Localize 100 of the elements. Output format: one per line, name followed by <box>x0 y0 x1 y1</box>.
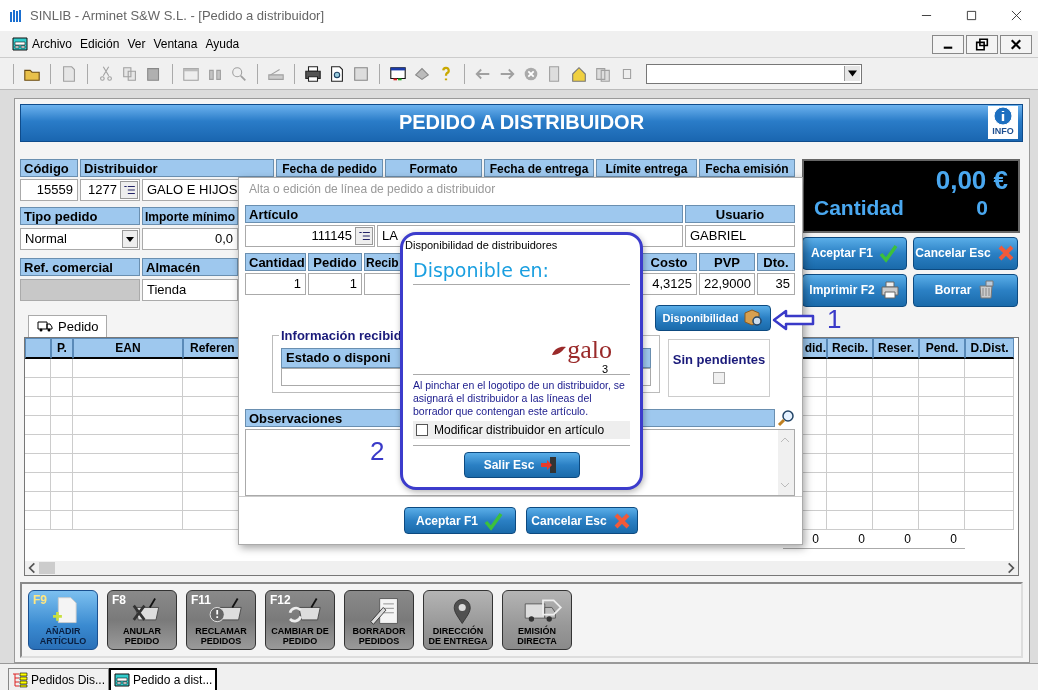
table-cell <box>873 510 919 530</box>
minimize-icon[interactable] <box>932 34 964 54</box>
table-cell <box>919 472 965 492</box>
table-cell <box>25 434 51 454</box>
maximize-icon[interactable] <box>966 10 977 21</box>
info-button[interactable]: INFO <box>988 106 1018 139</box>
quantity-field[interactable]: 1 <box>245 273 306 296</box>
popup-title: Disponibilidad de distribuidores <box>405 239 559 251</box>
screen-icon[interactable] <box>389 64 407 83</box>
type-dropdown[interactable]: Normal <box>20 227 140 250</box>
field-label: PVP <box>699 253 755 272</box>
table-cell <box>873 434 919 454</box>
app-icon <box>8 7 24 24</box>
quantity-field[interactable]: 1 <box>308 273 362 296</box>
amount-total: 0,00 € <box>934 164 1008 196</box>
table-cell <box>51 491 73 511</box>
table-cell <box>25 491 51 511</box>
window-tab[interactable]: Pedidos Dis... <box>8 668 110 690</box>
column-header: Reser. <box>873 337 919 359</box>
price-field[interactable]: 35 <box>757 273 795 296</box>
code-field[interactable]: 15559 <box>20 178 78 201</box>
menu-item[interactable]: Ver <box>127 37 146 51</box>
table-cell <box>25 510 51 530</box>
table-cell <box>51 377 73 397</box>
table-cell <box>873 377 919 397</box>
amount-field[interactable]: 0,0 <box>142 227 238 250</box>
checkbox[interactable] <box>713 372 725 385</box>
action-label: RECLAMAR PEDIDOS <box>195 626 247 646</box>
warehouse-dropdown[interactable]: Tienda <box>142 278 238 301</box>
close-icon[interactable] <box>1011 10 1022 21</box>
field-label: Límite entrega <box>596 158 697 177</box>
action-tile[interactable]: F9 AÑADIR ARTÍCULO <box>28 590 98 650</box>
table-cell <box>919 358 965 378</box>
table-cell <box>827 453 873 473</box>
price-field[interactable]: 4,3125 <box>641 273 697 296</box>
field-label: Formato <box>385 158 482 177</box>
field-label: Importe mínimo <box>142 206 238 225</box>
field-label: Fecha de entrega <box>484 158 594 177</box>
exit-button[interactable]: Salir Esc <box>463 452 580 478</box>
table-cell <box>919 415 965 435</box>
column-header: P. <box>51 337 73 359</box>
action-button[interactable]: Imprimir F2 <box>802 273 907 307</box>
table-cell <box>919 396 965 416</box>
price-field[interactable]: 22,9000 <box>699 273 755 296</box>
action-button[interactable]: Aceptar F1 <box>802 236 907 270</box>
table-cell <box>965 377 1014 397</box>
table-cell <box>827 396 873 416</box>
home-icon[interactable] <box>570 64 588 83</box>
action-button[interactable]: Borrar <box>913 273 1018 307</box>
table-cell <box>965 396 1014 416</box>
action-button[interactable]: Cancelar Esc <box>913 236 1018 270</box>
action-tile[interactable]: BORRADOR PEDIDOS <box>344 590 414 650</box>
table-cell <box>25 377 51 397</box>
table-cell <box>51 510 73 530</box>
field-label: Código <box>20 158 78 177</box>
table-cell <box>827 434 873 454</box>
print-preview-icon[interactable] <box>328 64 346 83</box>
action-tile[interactable]: F12 CAMBIAR DE PEDIDO <box>265 590 335 650</box>
total-cell: 0 <box>827 531 873 549</box>
annotation-number: 1 <box>827 304 842 335</box>
document-icon[interactable] <box>60 64 78 83</box>
quantity-label: Cantidad <box>814 195 904 220</box>
scissors-icon[interactable] <box>97 64 115 83</box>
table-cell <box>919 434 965 454</box>
window-title: SINLIB - Arminet S&W S.L. - [Pedido a distribuidor] <box>30 8 325 23</box>
column-header <box>25 337 51 359</box>
action-tile[interactable]: F8 ANULAR PEDIDO <box>107 590 177 650</box>
toolbar-combo[interactable] <box>646 63 862 84</box>
table-cell <box>965 434 1014 454</box>
total-cell: 0 <box>919 531 965 549</box>
printer-icon[interactable] <box>304 64 322 83</box>
copy-icon[interactable] <box>121 64 139 83</box>
availability-button[interactable]: Disponibilidad <box>655 305 771 332</box>
restore-icon[interactable] <box>966 34 998 54</box>
menu-item[interactable]: Ayuda <box>205 37 240 51</box>
tab[interactable]: Pedido <box>28 314 108 337</box>
scroll-thumb[interactable] <box>39 562 55 574</box>
field-label: Fecha de pedido <box>276 158 383 177</box>
table-cell <box>965 472 1014 492</box>
table-cell <box>827 377 873 397</box>
menu-item[interactable]: Edición <box>80 37 120 51</box>
shortcut-key: F8 <box>112 593 126 607</box>
window-tab[interactable]: Pedido a dist... <box>109 668 218 690</box>
column-header: Recib. <box>827 337 873 359</box>
dialog-button[interactable]: Aceptar F1 <box>403 507 516 535</box>
table-cell <box>919 491 965 511</box>
close-icon[interactable] <box>1000 34 1032 54</box>
table-cell <box>873 472 919 492</box>
column-header: EAN <box>73 337 183 359</box>
menu-item[interactable]: Archivo <box>32 37 72 51</box>
checkbox[interactable] <box>416 424 428 436</box>
column-header: Pend. <box>919 337 965 359</box>
field-label: Costo <box>641 253 697 272</box>
search-icon[interactable] <box>777 409 795 428</box>
action-tile[interactable]: F11 RECLAMAR PEDIDOS <box>186 590 256 650</box>
check-icon <box>878 243 898 264</box>
table-cell <box>873 453 919 473</box>
menu-item[interactable]: Ventana <box>153 37 198 51</box>
field-label: Artículo <box>245 205 683 224</box>
dialog-button[interactable]: Cancelar Esc <box>525 507 638 535</box>
